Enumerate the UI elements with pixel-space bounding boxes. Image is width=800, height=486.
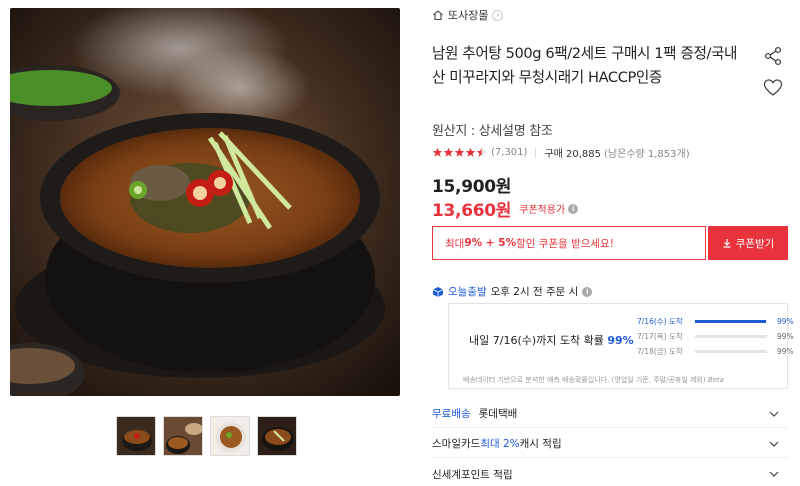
star-icon <box>465 147 476 157</box>
probability-bar <box>695 320 767 323</box>
divider <box>535 147 537 158</box>
coupon-price: 13,660원 <box>432 201 512 221</box>
heart-icon[interactable] <box>763 78 783 98</box>
coupon-price-row: 13,660원 쿠폰적용가 i <box>432 196 579 221</box>
thumbnail-strip <box>116 416 297 456</box>
probability-bar-fill <box>695 320 767 323</box>
product-title: 남원 추어탕 500g 6팩/2세트 구매시 1팩 증정/국내산 미꾸라지와 무… <box>432 45 738 86</box>
star-icon <box>476 147 487 157</box>
star-rating <box>432 147 487 158</box>
share-icon[interactable] <box>763 46 783 66</box>
probability-date: 7/18(금) 도착 <box>637 347 683 356</box>
probability-bar <box>695 350 767 353</box>
get-coupon-button[interactable]: 쿠폰받기 <box>708 226 788 260</box>
thumbnail-3[interactable] <box>210 416 250 456</box>
download-icon <box>723 239 731 248</box>
original-price: 15,900원 <box>432 177 512 197</box>
smile-card-suffix: 캐시 적립 <box>519 438 562 450</box>
probability-date: 7/17(목) 도착 <box>637 332 683 341</box>
today-delivery-label: 오늘출발 <box>448 286 487 298</box>
smile-card-highlight: 최대 2% <box>480 438 520 450</box>
coupon-message-prefix: 최대 <box>445 237 465 250</box>
remaining-stock: (남은수량 1,853개) <box>604 149 690 160</box>
star-icon <box>454 147 465 157</box>
home-icon <box>433 10 443 21</box>
chevron-right-icon: › <box>492 9 504 21</box>
chevron-down-icon <box>769 441 779 447</box>
store-link[interactable]: 또사장몰 › <box>432 7 504 23</box>
thumbnail-1[interactable] <box>116 416 156 456</box>
box-icon <box>432 286 444 297</box>
thumbnail-2[interactable] <box>163 416 203 456</box>
info-icon[interactable]: i <box>568 203 579 214</box>
coupon-message-box[interactable]: 최대 9% + 5% 할인 쿠폰을 받으세요! <box>432 226 706 260</box>
coupon-message-highlight: 9% + 5% <box>464 237 517 249</box>
coupon-message-suffix: 할인 쿠폰을 받으세요! <box>516 237 614 250</box>
star-icon <box>432 147 443 157</box>
star-icon <box>443 147 454 157</box>
probability-percent: 99% <box>777 347 794 356</box>
purchase-count: 구매 20,885 <box>544 149 602 160</box>
probability-note-text: 배송데이터 기반으로 분석한 예측 배송확률입니다. (영업일 기준, 주말/공… <box>463 376 706 384</box>
probability-row: 7/17(목) 도착 99% <box>637 329 794 344</box>
probability-note: 배송데이터 기반으로 분석한 예측 배송확률입니다. (영업일 기준, 주말/공… <box>463 375 724 385</box>
courier-label: 롯데택배 <box>478 408 518 420</box>
probability-text: 내일 7/16(수)까지 도착 확률 <box>469 334 604 347</box>
origin-info: 원산지 : 상세설명 참조 <box>432 124 553 139</box>
probability-row: 7/18(금) 도착 99% <box>637 344 794 359</box>
shinsegae-point-accordion[interactable]: 신세계포인트 적립 <box>432 460 788 486</box>
today-delivery-text: 오후 2시 전 주문 시 <box>490 286 579 298</box>
probability-value: 99% <box>607 334 634 347</box>
get-coupon-label: 쿠폰받기 <box>735 237 775 250</box>
today-delivery-row: 오늘출발 오후 2시 전 주문 시 i <box>432 284 593 299</box>
probability-date: 7/16(수) 도착 <box>637 317 683 326</box>
free-shipping-label: 무료배송 <box>432 408 471 420</box>
chevron-down-icon <box>769 411 779 417</box>
rating-row: (7,301) 구매 20,885 (남은수량 1,853개) <box>432 145 690 160</box>
probability-table: 7/16(수) 도착 99% 7/17(목) 도착 99% 7/18(금) 도착 99% <box>637 314 794 359</box>
coupon-applied-label: 쿠폰적용가 <box>519 205 566 216</box>
delivery-probability-box: 내일 7/16(수)까지 도착 확률 99% 7/16(수) 도착 99% 7/17… <box>448 303 794 389</box>
points-label: 신세계포인트 적립 <box>432 468 513 481</box>
review-count[interactable]: (7,301) <box>491 147 527 158</box>
thumbnail-4[interactable] <box>257 416 297 456</box>
delivery-probability-summary: 내일 7/16(수)까지 도착 확률 99% <box>469 332 634 348</box>
probability-percent: 99% <box>777 332 794 341</box>
probability-row: 7/16(수) 도착 99% <box>637 314 794 329</box>
product-main-image <box>10 8 400 396</box>
shipping-accordion[interactable]: 무료배송 롯데택배 <box>432 400 788 428</box>
probability-percent: 99% <box>777 317 794 326</box>
probability-bar <box>695 335 767 338</box>
info-icon[interactable]: i <box>582 286 593 297</box>
store-name: 또사장몰 <box>448 9 489 22</box>
smile-card-prefix: 스마일카드 <box>432 438 481 450</box>
beta-label: Beta <box>707 376 724 384</box>
chevron-down-icon <box>769 471 779 477</box>
smile-card-accordion[interactable]: 스마일카드 최대 2% 캐시 적립 <box>432 430 788 458</box>
